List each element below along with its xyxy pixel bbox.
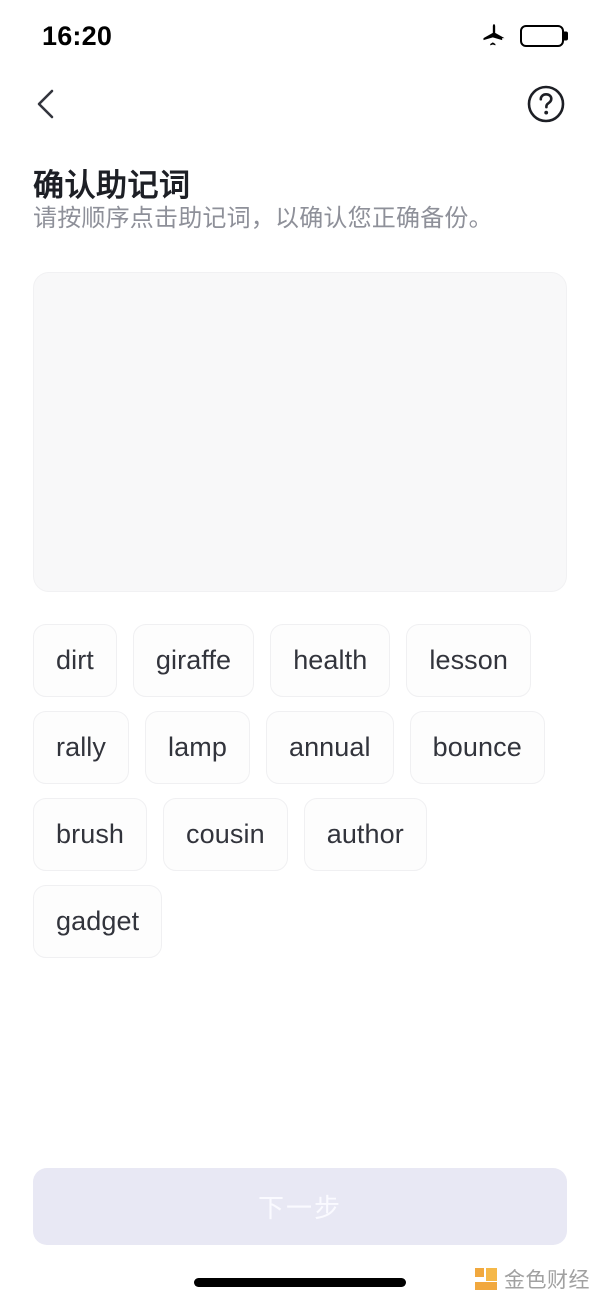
battery-icon — [520, 25, 568, 47]
watermark-text: 金色财经 — [504, 1269, 590, 1292]
word-chip[interactable]: health — [270, 624, 391, 697]
watermark: 金色财经 — [475, 1264, 590, 1294]
word-chip[interactable]: giraffe — [132, 624, 255, 697]
word-chip[interactable]: cousin — [163, 798, 288, 871]
question-circle-icon — [526, 84, 566, 129]
status-bar: 16:20 — [0, 0, 600, 72]
airplane-mode-icon — [480, 20, 508, 53]
status-indicators — [480, 20, 568, 53]
word-chip[interactable]: dirt — [33, 624, 117, 697]
page-subtitle: 请按顺序点击助记词，以确认您正确备份。 — [33, 205, 493, 232]
back-button[interactable] — [22, 82, 70, 130]
jinse-logo-icon — [475, 1268, 497, 1290]
logo-bar-bottom — [475, 1282, 497, 1290]
nav-bar — [0, 76, 600, 136]
app-screen: 16:20 确认助记词 请按顺序点击助记词，以确认您正确备份。 dirt gir… — [0, 0, 600, 1299]
status-time: 16:20 — [42, 20, 113, 51]
word-chip[interactable]: bounce — [409, 711, 545, 784]
word-chip[interactable]: lesson — [406, 624, 532, 697]
word-bank: dirt giraffe health lesson rally lamp an… — [33, 624, 567, 958]
word-chip[interactable]: gadget — [33, 885, 163, 958]
word-chip[interactable]: author — [303, 798, 427, 871]
logo-square-right — [486, 1268, 497, 1281]
next-button[interactable]: 下一步 — [33, 1168, 567, 1245]
home-indicator-bar — [194, 1278, 406, 1287]
logo-square-left — [475, 1268, 484, 1277]
word-chip[interactable]: lamp — [145, 711, 250, 784]
page-title: 确认助记词 — [33, 168, 191, 203]
selected-words-panel[interactable] — [33, 272, 567, 592]
word-chip[interactable]: annual — [265, 711, 394, 784]
word-chip[interactable]: brush — [33, 798, 148, 871]
chevron-left-icon — [33, 87, 59, 126]
battery-cap — [564, 31, 568, 41]
help-button[interactable] — [522, 82, 570, 130]
word-chip[interactable]: rally — [33, 711, 130, 784]
